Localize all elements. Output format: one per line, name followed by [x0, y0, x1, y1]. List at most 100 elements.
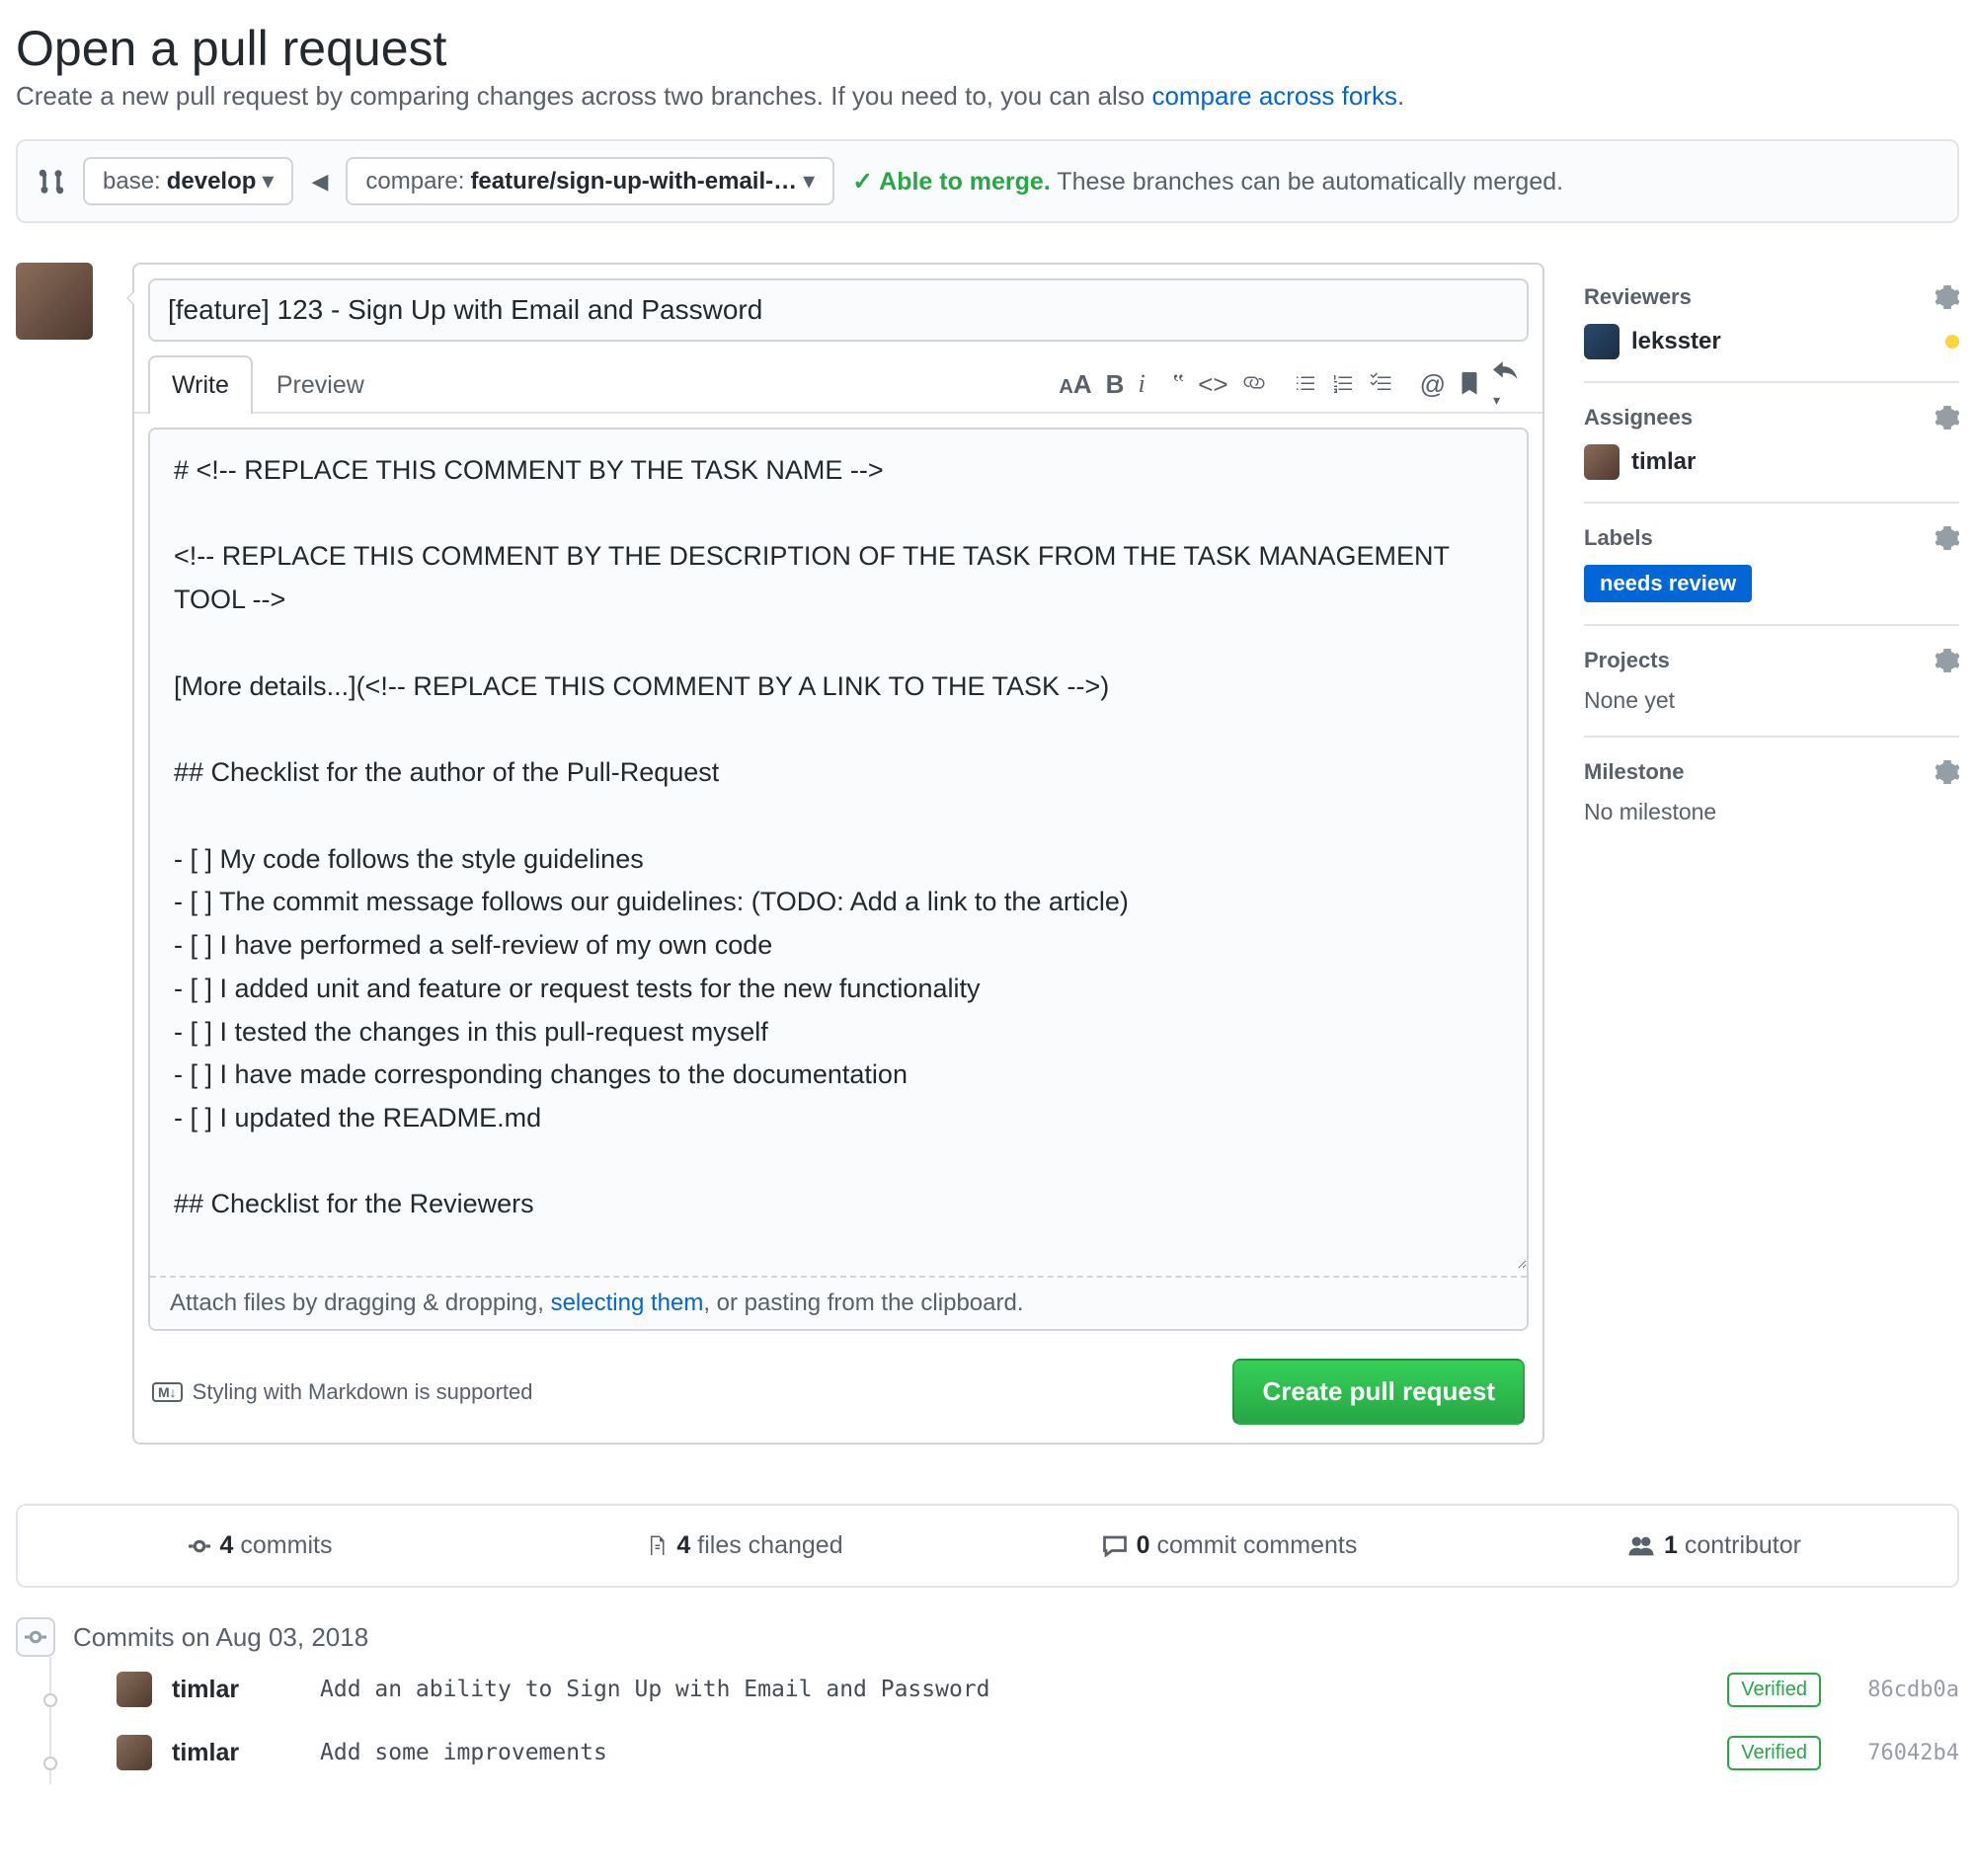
compare-forks-link[interactable]: compare across forks: [1151, 81, 1397, 111]
comment-icon: [1103, 1535, 1127, 1557]
reviewer-avatar: [1584, 324, 1620, 359]
heading-icon[interactable]: AA: [1059, 371, 1091, 397]
author-avatar[interactable]: [16, 263, 93, 340]
gear-icon[interactable]: [1936, 649, 1959, 672]
contributors-label: contributor: [1685, 1531, 1801, 1559]
markdown-toolbar: AA B i ‟ <>: [1059, 359, 1529, 409]
subhead-suffix: .: [1397, 81, 1404, 111]
mention-icon[interactable]: @: [1420, 371, 1446, 397]
gear-icon[interactable]: [1936, 406, 1959, 430]
files-label: files changed: [697, 1531, 842, 1559]
bookmark-icon[interactable]: [1460, 372, 1479, 396]
merge-status: ✓ Able to merge. These branches can be a…: [852, 167, 1563, 196]
stat-contributors[interactable]: 1 contributor: [1472, 1506, 1957, 1586]
compare-branch-prefix: compare:: [365, 168, 464, 195]
milestone-value: No milestone: [1584, 799, 1959, 825]
commit-author-name[interactable]: timlar: [172, 1676, 300, 1704]
verified-badge[interactable]: Verified: [1727, 1736, 1821, 1770]
markdown-icon: M↓: [152, 1382, 183, 1402]
code-icon[interactable]: <>: [1198, 371, 1227, 397]
milestone-block: Milestone No milestone: [1584, 738, 1959, 847]
commit-hash[interactable]: 76042b4: [1841, 1741, 1959, 1765]
compare-branch-select[interactable]: compare: feature/sign-up-with-email-… ▾: [346, 157, 834, 205]
commit-row[interactable]: timlar Add some improvements Verified 76…: [16, 1721, 1959, 1784]
attach-post: , or pasting from the clipboard.: [703, 1290, 1023, 1316]
gear-icon[interactable]: [1936, 285, 1959, 309]
commit-hash[interactable]: 86cdb0a: [1841, 1678, 1959, 1702]
reviewer-user[interactable]: leksster: [1584, 324, 1959, 359]
sidebar: Reviewers leksster Assignees timlar: [1584, 263, 1959, 847]
create-pull-request-button[interactable]: Create pull request: [1232, 1359, 1525, 1425]
merge-ok-text: Able to merge.: [879, 168, 1051, 195]
commit-row[interactable]: timlar Add an ability to Sign Up with Em…: [16, 1657, 1959, 1721]
caret-down-icon: ▾: [262, 167, 274, 195]
commit-author-name[interactable]: timlar: [172, 1739, 300, 1767]
commit-icon: [189, 1535, 210, 1557]
pr-body-textarea[interactable]: [150, 430, 1527, 1269]
files-count: 4: [676, 1531, 690, 1559]
quote-icon[interactable]: ‟: [1173, 371, 1185, 397]
base-branch-prefix: base:: [103, 168, 161, 195]
git-compare-icon: [38, 168, 65, 195]
commit-author-avatar: [117, 1735, 152, 1770]
stat-commits[interactable]: 4 commits: [18, 1506, 503, 1586]
projects-block: Projects None yet: [1584, 626, 1959, 738]
commits-count: 4: [220, 1531, 234, 1559]
assignee-user[interactable]: timlar: [1584, 444, 1959, 480]
pending-review-icon: [1945, 335, 1959, 349]
commits-label: commits: [240, 1531, 332, 1559]
label-needs-review[interactable]: needs review: [1584, 565, 1752, 602]
page-subheading: Create a new pull request by comparing c…: [16, 81, 1959, 112]
file-diff-icon: [647, 1534, 667, 1558]
markdown-hint-text: Styling with Markdown is supported: [193, 1379, 533, 1405]
base-branch-select[interactable]: base: develop ▾: [83, 157, 293, 205]
reviewer-name: leksster: [1631, 328, 1721, 355]
labels-block: Labels needs review: [1584, 504, 1959, 626]
link-icon[interactable]: [1242, 372, 1266, 396]
commit-timeline-icon: [16, 1617, 55, 1657]
tab-write[interactable]: Write: [148, 355, 253, 414]
commit-message[interactable]: Add an ability to Sign Up with Email and…: [320, 1677, 1707, 1702]
assignee-name: timlar: [1631, 448, 1696, 476]
merge-info-text: These branches can be automatically merg…: [1057, 168, 1563, 195]
tab-preview[interactable]: Preview: [253, 355, 388, 414]
compose-box: Write Preview AA B i ‟ <>: [132, 263, 1544, 1445]
caret-down-icon: ▾: [803, 167, 815, 195]
commits-date-text: Commits on Aug 03, 2018: [73, 1622, 368, 1653]
stat-comments[interactable]: 0 commit comments: [988, 1506, 1472, 1586]
labels-title: Labels: [1584, 525, 1653, 551]
gear-icon[interactable]: [1936, 526, 1959, 550]
comments-count: 0: [1137, 1531, 1150, 1559]
milestone-title: Milestone: [1584, 759, 1684, 785]
gear-icon[interactable]: [1936, 760, 1959, 784]
bold-icon[interactable]: B: [1106, 371, 1125, 397]
numbered-list-icon[interactable]: [1331, 372, 1355, 396]
pr-title-input[interactable]: [148, 278, 1529, 342]
reviewers-title: Reviewers: [1584, 284, 1692, 310]
markdown-hint[interactable]: M↓ Styling with Markdown is supported: [152, 1379, 533, 1405]
assignees-title: Assignees: [1584, 405, 1693, 430]
reviewers-block: Reviewers leksster: [1584, 263, 1959, 383]
task-list-icon[interactable]: [1369, 372, 1392, 396]
subhead-text: Create a new pull request by comparing c…: [16, 81, 1151, 111]
italic-icon[interactable]: i: [1138, 371, 1145, 397]
people-icon: [1628, 1535, 1654, 1557]
compare-branches-box: base: develop ▾ ◀ compare: feature/sign-…: [16, 139, 1959, 223]
attach-select-link[interactable]: selecting them: [551, 1290, 704, 1316]
pr-stats: 4 commits 4 files changed 0 commit comme…: [16, 1504, 1959, 1588]
base-branch-name: develop: [167, 168, 257, 195]
reply-icon[interactable]: ▾: [1493, 359, 1519, 409]
commit-message[interactable]: Add some improvements: [320, 1740, 1707, 1765]
timeline-dot-icon: [43, 1757, 57, 1770]
assignees-block: Assignees timlar: [1584, 383, 1959, 504]
bullet-list-icon[interactable]: [1294, 372, 1317, 396]
commit-author-avatar: [117, 1672, 152, 1707]
projects-value: None yet: [1584, 687, 1959, 714]
timeline-dot-icon: [43, 1693, 57, 1707]
commits-list: timlar Add an ability to Sign Up with Em…: [16, 1657, 1959, 1784]
verified-badge[interactable]: Verified: [1727, 1673, 1821, 1707]
projects-title: Projects: [1584, 648, 1670, 673]
stat-files[interactable]: 4 files changed: [503, 1506, 988, 1586]
compose-tabs: Write Preview AA B i ‟ <>: [134, 355, 1542, 414]
arrow-left-icon: ◀: [311, 169, 328, 195]
